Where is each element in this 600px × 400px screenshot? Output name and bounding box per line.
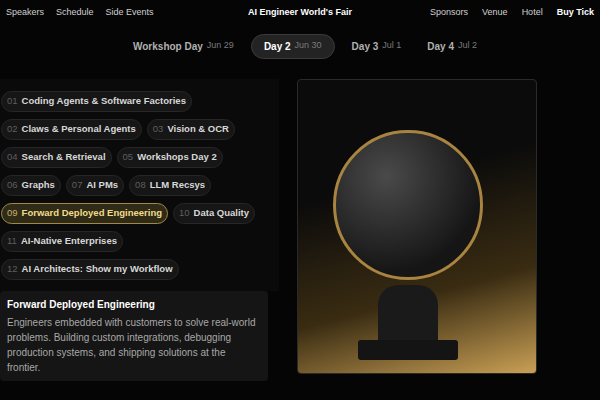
track-chip[interactable]: 03Vision & OCR [147, 119, 235, 140]
track-chip[interactable]: 07AI PMs [66, 175, 124, 196]
globe-stand [378, 285, 438, 345]
track-row: 01 Coding Agents & Software Factories [1, 91, 279, 112]
nav-link[interactable]: Speakers [6, 6, 44, 20]
track-label: Search & Retrieval [22, 150, 106, 164]
track-chip[interactable]: 01 Coding Agents & Software Factories [1, 91, 192, 112]
track-chip[interactable]: 08 LLM Recsys [129, 175, 211, 196]
day-label: Day 2 [264, 39, 291, 54]
buy-tickets-link[interactable]: Buy Tick [557, 6, 594, 20]
day-label: Day 4 [427, 39, 454, 54]
track-row: 09 Forward Deployed Engineering 10 Data Qua… [1, 203, 279, 224]
day-tab[interactable]: Day 2 Jun 30 [251, 34, 335, 59]
nav-link[interactable]: Side Events [106, 6, 154, 20]
site-title[interactable]: AI Engineer World's Fair [248, 6, 352, 20]
track-number: 08 [135, 178, 146, 192]
nav-right: Sponsors Venue Hotel Buy Tick [394, 6, 594, 20]
track-row: 02 Claws & Personal Agents 03Vision & OCR [1, 119, 279, 140]
track-number: 12 [7, 262, 18, 276]
detail-description: Engineers embedded with customers to sol… [7, 315, 261, 375]
track-label: AI-Native Enterprises [21, 234, 117, 248]
track-label: Workshops Day 2 [137, 150, 217, 164]
track-number: 05 [123, 150, 134, 164]
day-tabs: Workshop DayJun 29Day 2Jun 30Day 3Jul 1D… [0, 33, 600, 59]
track-number: 01 [7, 94, 18, 108]
track-chip[interactable]: 09 Forward Deployed Engineering [1, 203, 168, 224]
globe-base [358, 340, 458, 360]
track-number: 07 [72, 178, 83, 192]
track-number: 11 [7, 234, 17, 248]
track-chip[interactable]: 11 AI-Native Enterprises [1, 231, 123, 252]
day-date: Jun 30 [295, 39, 322, 53]
track-number: 10 [179, 206, 190, 220]
track-label: AI PMs [86, 178, 118, 192]
track-label: Coding Agents & Software Factories [22, 94, 186, 108]
nav-link[interactable]: Hotel [522, 6, 543, 20]
track-label: Graphs [22, 178, 55, 192]
track-number: 04 [7, 150, 18, 164]
track-chip[interactable]: 06 Graphs [1, 175, 61, 196]
track-label: AI Architects: Show my Workflow [22, 262, 173, 276]
day-tab[interactable]: Workshop Day Jun 29 [124, 34, 243, 59]
track-chip[interactable]: 05Workshops Day 2 [117, 147, 223, 168]
globe-sphere [333, 130, 483, 280]
track-label: LLM Recsys [150, 178, 205, 192]
track-chip[interactable]: 10 Data Quality [173, 203, 255, 224]
day-date: Jul 1 [382, 39, 401, 53]
day-date: Jun 29 [207, 39, 234, 53]
track-row: 06 Graphs 07AI PMs 08 LLM Recsys [1, 175, 279, 196]
detail-title: Forward Deployed Engineering [7, 297, 261, 312]
day-tab[interactable]: Day 4 Jul 2 [418, 34, 486, 59]
track-number: 09 [7, 206, 18, 220]
nav-link[interactable]: Sponsors [430, 6, 468, 20]
day-label: Workshop Day [133, 39, 203, 54]
day-date: Jul 2 [458, 39, 477, 53]
track-number: 06 [7, 178, 18, 192]
track-row: 11 AI-Native Enterprises [1, 231, 279, 252]
track-chip[interactable]: 02 Claws & Personal Agents [1, 119, 142, 140]
track-label: Forward Deployed Engineering [22, 206, 162, 220]
track-label: Vision & OCR [167, 122, 229, 136]
globe-illustration [297, 79, 537, 374]
track-chip[interactable]: 12 AI Architects: Show my Workflow [1, 259, 179, 280]
day-tab[interactable]: Day 3Jul 1 [343, 34, 411, 59]
track-number: 02 [7, 122, 18, 136]
nav-link[interactable]: Schedule [56, 6, 94, 20]
track-row: 12 AI Architects: Show my Workflow [1, 259, 279, 280]
track-number: 03 [153, 122, 164, 136]
track-chip[interactable]: 04 Search & Retrieval [1, 147, 112, 168]
track-row: 04 Search & Retrieval 05Workshops Day 2 [1, 147, 279, 168]
track-detail: Forward Deployed Engineering Engineers e… [0, 291, 268, 381]
track-label: Claws & Personal Agents [22, 122, 136, 136]
day-label: Day 3 [352, 39, 379, 54]
nav-link[interactable]: Venue [482, 6, 508, 20]
nav-left: Speakers Schedule Side Events [6, 6, 206, 20]
track-label: Data Quality [194, 206, 249, 220]
track-list: 01 Coding Agents & Software Factories 02 Cl… [0, 79, 279, 291]
